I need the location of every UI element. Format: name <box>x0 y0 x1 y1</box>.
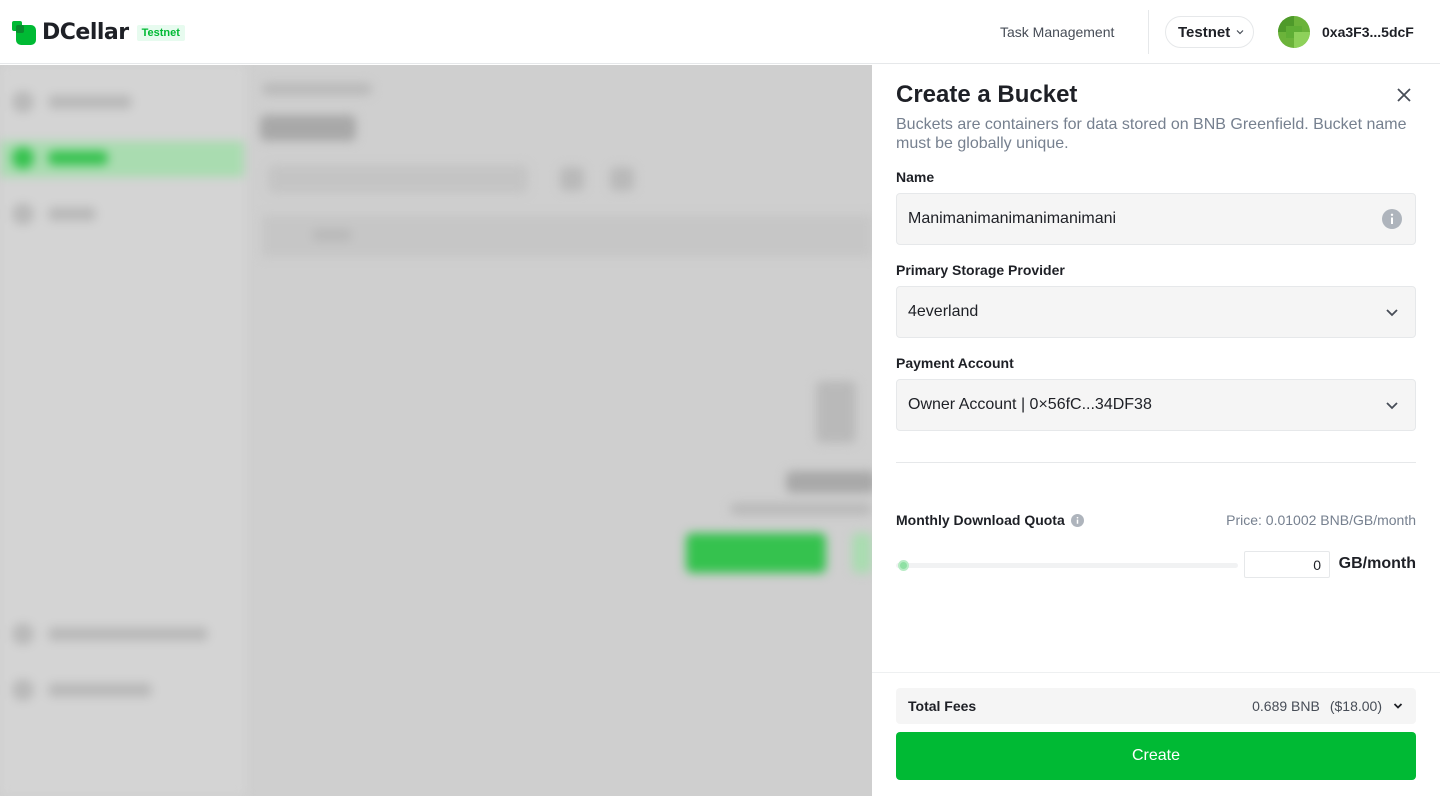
create-bucket-drawer: Create a Bucket Buckets are containers f… <box>872 65 1440 796</box>
drawer-title: Create a Bucket <box>896 81 1078 108</box>
quota-unit: GB/month <box>1338 555 1416 572</box>
info-icon[interactable] <box>1070 513 1084 527</box>
payment-account-value: Owner Account | 0×56fC...34DF38 <box>908 396 1152 413</box>
storage-provider-value: 4everland <box>908 303 979 320</box>
task-management-link[interactable]: Task Management <box>1000 24 1114 40</box>
network-selector-label: Testnet <box>1178 23 1231 41</box>
quota-price: Price: 0.01002 BNB/GB/month <box>1226 512 1416 528</box>
slider-track <box>896 563 1238 568</box>
quota-slider[interactable] <box>896 559 1238 571</box>
chevron-down-icon <box>1386 309 1398 317</box>
info-icon[interactable] <box>1382 209 1402 229</box>
chevron-down-icon <box>1236 30 1244 35</box>
bucket-name-field[interactable] <box>896 193 1416 245</box>
total-fees-label: Total Fees <box>908 698 977 714</box>
dcellar-logo-icon <box>12 20 36 45</box>
wallet-address[interactable]: 0xa3F3...5dcF <box>1322 24 1414 40</box>
top-header: DCellar Testnet Task Management Testnet … <box>0 0 1440 64</box>
network-badge: Testnet <box>136 24 185 41</box>
close-icon[interactable] <box>1394 85 1414 105</box>
dcellar-logo[interactable]: DCellar Testnet <box>12 20 185 45</box>
chevron-down-icon <box>1386 402 1398 410</box>
total-fees-value: 0.689 BNB <box>1252 698 1320 714</box>
name-label: Name <box>896 169 935 185</box>
slider-thumb[interactable] <box>898 560 909 571</box>
download-quota-label: Monthly Download Quota <box>896 512 1084 528</box>
total-fees-toggle[interactable]: Total Fees 0.689 BNB ($18.00) <box>896 688 1416 724</box>
divider <box>896 462 1416 463</box>
payment-account-select[interactable]: Owner Account | 0×56fC...34DF38 <box>896 379 1416 431</box>
bucket-name-input[interactable] <box>908 210 1348 228</box>
network-selector[interactable]: Testnet <box>1165 16 1254 48</box>
quota-input[interactable] <box>1244 551 1330 578</box>
chevron-down-icon <box>1393 703 1403 709</box>
drawer-description: Buckets are containers for data stored o… <box>896 116 1407 152</box>
storage-provider-select[interactable]: 4everland <box>896 286 1416 338</box>
provider-label: Primary Storage Provider <box>896 262 1065 278</box>
brand-name: DCellar <box>42 20 129 45</box>
download-quota-label-text: Monthly Download Quota <box>896 512 1065 528</box>
avatar[interactable] <box>1278 16 1310 48</box>
footer-divider <box>872 672 1440 673</box>
total-fees-usd: ($18.00) <box>1329 698 1382 714</box>
blurred-background <box>0 65 872 796</box>
create-button[interactable]: Create <box>896 732 1416 780</box>
header-divider <box>1148 10 1149 54</box>
payment-account-label: Payment Account <box>896 355 1014 371</box>
